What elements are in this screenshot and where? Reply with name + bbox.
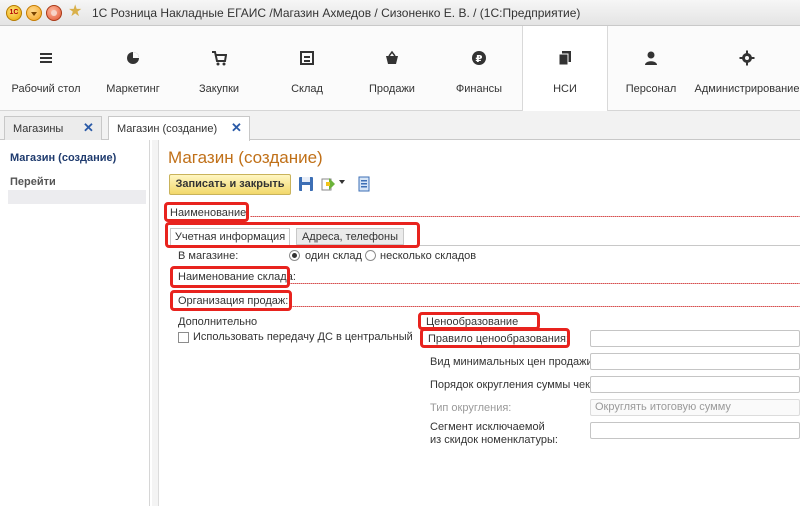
warehouse-name-field[interactable] — [290, 283, 800, 284]
in-shop-label: В магазине: — [178, 250, 239, 262]
rounding-type-field[interactable]: Округлять итоговую сумму — [590, 399, 800, 416]
person-icon — [645, 51, 657, 65]
section-finance[interactable]: ₽ Финансы — [434, 26, 524, 111]
page-title: Магазин (создание) — [168, 148, 323, 167]
use-transfer-label[interactable]: Использовать передачу ДС в центральный о… — [193, 331, 416, 343]
tab-label: Магазины — [13, 123, 64, 135]
section-purchases[interactable]: Закупки — [174, 26, 264, 111]
window-title: 1С Розница Накладные ЕГАИС /Магазин Ахме… — [92, 6, 581, 20]
gear-icon — [739, 50, 755, 66]
pricing-rule-field[interactable] — [590, 330, 800, 347]
close-icon[interactable]: ✕ — [231, 121, 242, 135]
basket-icon — [386, 50, 398, 64]
app-logo-icon[interactable]: 1С — [6, 5, 22, 21]
nav-item-current[interactable]: Магазин (создание) — [10, 152, 116, 164]
section-label: Рабочий стол — [11, 83, 81, 95]
min-prices-field[interactable] — [590, 353, 800, 370]
main-menu-button[interactable] — [26, 5, 42, 21]
section-label: Склад — [291, 83, 323, 95]
segment-label-line2: из скидок номенклатуры: — [430, 434, 558, 446]
tab-label: Магазин (создание) — [117, 123, 218, 135]
segment-label-line1: Сегмент исключаемой — [430, 421, 545, 433]
section-label: Продажи — [369, 83, 415, 95]
rounding-type-value: Округлять итоговую сумму — [595, 401, 731, 413]
open-tabs-bar: Магазины ✕ Магазин (создание) ✕ — [0, 111, 800, 141]
section-desktop[interactable]: Рабочий стол — [0, 26, 92, 111]
highlight-frame — [170, 290, 292, 311]
section-label: НСИ — [553, 83, 577, 95]
section-administration[interactable]: Администрирование — [694, 26, 800, 111]
tab-shop-create[interactable]: Магазин (создание) ✕ — [108, 116, 250, 141]
min-prices-label: Вид минимальных цен продажи: — [430, 356, 596, 368]
highlight-frame — [420, 328, 570, 348]
create-based-on-icon[interactable] — [320, 176, 336, 192]
sections-panel: Рабочий стол Маркетинг Закупки Склад Про… — [0, 26, 800, 111]
ruble-icon: ₽ — [472, 51, 486, 65]
save-icon[interactable] — [298, 176, 314, 192]
title-bar: 1С ★ 1С Розница Накладные ЕГАИС /Магазин… — [0, 0, 800, 26]
highlight-frame — [170, 266, 290, 288]
section-warehouse[interactable]: Склад — [264, 26, 350, 111]
section-marketing[interactable]: Маркетинг — [92, 26, 174, 111]
section-personnel[interactable]: Персонал — [608, 26, 694, 111]
additional-group-label: Дополнительно — [178, 316, 258, 328]
highlight-frame — [164, 202, 249, 222]
rounding-order-label: Порядок округления суммы чека: — [430, 379, 600, 391]
nav-item-blurred[interactable] — [8, 190, 146, 204]
section-label: Персонал — [625, 83, 677, 95]
section-sales[interactable]: Продажи — [350, 26, 434, 111]
favorites-star-icon[interactable]: ★ — [68, 3, 82, 21]
nav-go-header: Перейти — [10, 176, 56, 188]
chevron-down-icon[interactable] — [339, 180, 345, 184]
rounding-type-label: Тип округления: — [430, 402, 512, 414]
history-button[interactable] — [46, 5, 62, 21]
form-navigation-panel: Магазин (создание) Перейти — [0, 140, 150, 506]
tab-shops[interactable]: Магазины ✕ — [4, 116, 102, 140]
radio-many-warehouses[interactable] — [365, 250, 376, 261]
section-nsi[interactable]: НСИ — [522, 26, 608, 111]
panel-splitter[interactable] — [152, 140, 159, 506]
name-field[interactable] — [250, 216, 800, 217]
radio-many-warehouses-label[interactable]: несколько складов — [380, 250, 476, 262]
excluded-segment-field[interactable] — [590, 422, 800, 439]
section-label: Администрирование — [694, 83, 800, 95]
svg-text:₽: ₽ — [476, 54, 483, 65]
radio-one-warehouse[interactable] — [289, 250, 300, 261]
cart-icon — [212, 51, 227, 66]
close-icon[interactable]: ✕ — [83, 121, 94, 135]
documents-icon — [558, 51, 571, 66]
pie-chart-icon — [127, 52, 139, 64]
use-transfer-checkbox[interactable] — [178, 332, 189, 343]
section-label: Финансы — [455, 83, 503, 95]
sales-org-field[interactable] — [292, 306, 800, 307]
radio-one-warehouse-label[interactable]: один склад — [305, 250, 362, 262]
section-label: Маркетинг — [106, 83, 160, 95]
section-label: Закупки — [198, 83, 240, 95]
save-and-close-button[interactable]: Записать и закрыть — [169, 174, 291, 195]
menu-icon — [40, 53, 52, 63]
rounding-order-field[interactable] — [590, 376, 800, 393]
report-icon[interactable] — [356, 176, 372, 192]
highlight-frame — [165, 222, 420, 248]
warehouse-icon — [300, 51, 314, 65]
